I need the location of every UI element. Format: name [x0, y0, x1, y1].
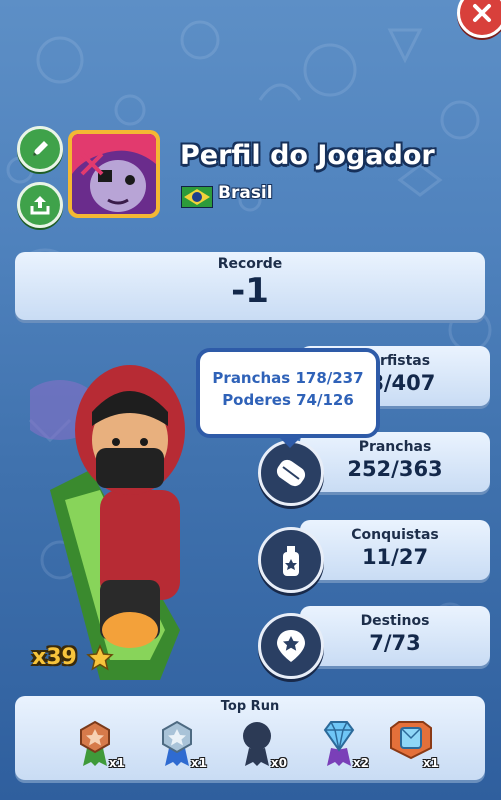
share-icon [30, 196, 50, 215]
top-run-panel: Top Run x1 x1 x0 x2 x1 [15, 696, 485, 780]
character-portrait-icon [72, 134, 156, 214]
avatar-portrait [72, 134, 156, 214]
brazil-flag-icon [181, 186, 213, 208]
stat-card-destinos[interactable]: Destinos 7/73 [300, 606, 490, 666]
diamond-medal-icon: x2 [317, 718, 369, 770]
player-avatar[interactable] [68, 130, 160, 218]
top-run-label: Top Run [220, 699, 280, 714]
country-label: Brasil [218, 183, 273, 203]
medal-count: x1 [190, 756, 207, 770]
stat-card-pranchas[interactable]: Pranchas 252/363 [300, 432, 490, 492]
multiplier-label: x39 [32, 644, 115, 672]
edit-profile-button[interactable] [17, 126, 63, 172]
stat-value: 7/73 [369, 631, 421, 655]
collection-tooltip: Pranchas 178/237 Poderes 74/126 [196, 348, 380, 448]
stat-value: 252/363 [347, 457, 443, 481]
tooltip-line-powerups: Poderes 74/126 [222, 391, 354, 409]
legendary-medal-icon: x1 [387, 718, 439, 770]
stat-value: 11/27 [361, 545, 429, 569]
tooltip-line-boards: Pranchas 178/237 [212, 369, 364, 387]
pencil-icon [33, 141, 48, 156]
hoverboard-icon [258, 440, 324, 506]
close-icon [473, 4, 491, 22]
share-profile-button[interactable] [17, 182, 63, 228]
medal-count: x0 [270, 756, 287, 770]
medal-count: x2 [352, 756, 369, 770]
medal-count: x1 [422, 756, 439, 770]
stat-label: Destinos [360, 613, 430, 629]
record-value: -1 [231, 271, 269, 311]
stat-label: Pranchas [358, 439, 432, 455]
map-pin-star-icon [258, 613, 324, 679]
close-button[interactable] [457, 0, 501, 38]
record-label: Recorde [217, 256, 283, 272]
record-card: Recorde -1 [15, 252, 485, 320]
stat-card-conquistas[interactable]: Conquistas 11/27 [300, 520, 490, 580]
player-profile-screen: Perfil do Jogador Brasil Recorde -1 x39 [0, 0, 501, 800]
page-title: Perfil do Jogador [180, 140, 435, 171]
bronze-medal-icon: x1 [73, 718, 125, 770]
stat-label: Conquistas [351, 527, 439, 543]
silver-medal-icon: x1 [155, 718, 207, 770]
spray-can-icon [258, 527, 324, 593]
locked-medal-icon: x0 [235, 718, 287, 770]
medal-count: x1 [108, 756, 125, 770]
multiplier-value: x39 [32, 645, 77, 670]
star-icon [86, 644, 115, 671]
